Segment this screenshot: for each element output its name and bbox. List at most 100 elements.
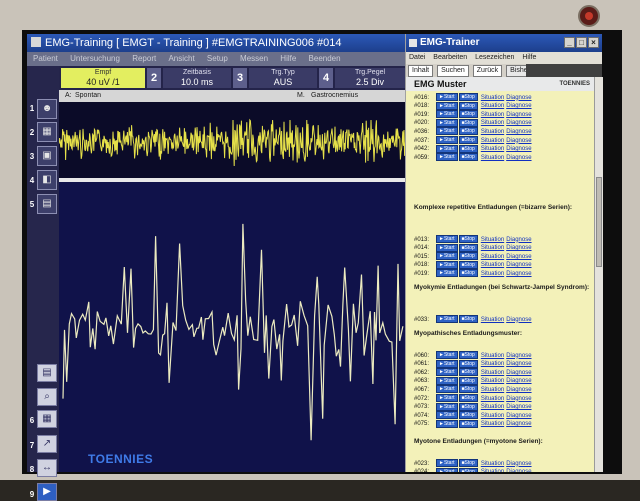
- start-button[interactable]: ►Start: [436, 269, 458, 278]
- diagnose-link[interactable]: Diagnose: [506, 262, 531, 268]
- diagnose-link[interactable]: Diagnose: [506, 387, 531, 393]
- diagnose-link[interactable]: Diagnose: [506, 271, 531, 277]
- diagnose-link[interactable]: Diagnose: [506, 245, 531, 251]
- stop-button[interactable]: ■Stop: [458, 110, 478, 119]
- menu-setup[interactable]: Setup: [207, 54, 228, 63]
- situation-link[interactable]: Situation: [481, 421, 504, 427]
- stop-button[interactable]: ■Stop: [458, 269, 478, 278]
- play-icon[interactable]: ▶: [37, 483, 57, 501]
- start-button[interactable]: ►Start: [436, 118, 458, 127]
- situation-link[interactable]: Situation: [481, 370, 504, 376]
- menu-lesezeichen[interactable]: Lesezeichen: [475, 54, 514, 61]
- situation-link[interactable]: Situation: [481, 103, 504, 109]
- diagnose-link[interactable]: Diagnose: [506, 370, 531, 376]
- scrollbar-thumb[interactable]: [596, 177, 602, 267]
- menu-messen[interactable]: Messen: [240, 54, 268, 63]
- stop-button[interactable]: ■Stop: [458, 402, 478, 411]
- situation-link[interactable]: Situation: [481, 353, 504, 359]
- situation-link[interactable]: Situation: [481, 120, 504, 126]
- stop-button[interactable]: ■Stop: [458, 385, 478, 394]
- situation-link[interactable]: Situation: [481, 95, 504, 101]
- diagnose-link[interactable]: Diagnose: [506, 155, 531, 161]
- stop-button[interactable]: ■Stop: [458, 260, 478, 269]
- table-icon[interactable]: ▤: [37, 364, 57, 382]
- start-button[interactable]: ►Start: [436, 252, 458, 261]
- stop-button[interactable]: ■Stop: [458, 101, 478, 110]
- trigger-level-setting[interactable]: Trg.Pegel 2.5 Div: [335, 68, 405, 88]
- menu-patient[interactable]: Patient: [33, 54, 58, 63]
- diagnose-link[interactable]: Diagnose: [506, 95, 531, 101]
- stop-button[interactable]: ■Stop: [458, 118, 478, 127]
- trainer-scrollbar[interactable]: [594, 77, 603, 472]
- situation-link[interactable]: Situation: [481, 254, 504, 260]
- situation-link[interactable]: Situation: [481, 378, 504, 384]
- diagnose-link[interactable]: Diagnose: [506, 112, 531, 118]
- diagnose-link[interactable]: Diagnose: [506, 413, 531, 419]
- start-button[interactable]: ►Start: [436, 385, 458, 394]
- start-button[interactable]: ►Start: [436, 243, 458, 252]
- menu-datei[interactable]: Datei: [409, 54, 425, 61]
- diagnose-link[interactable]: Diagnose: [506, 361, 531, 367]
- situation-link[interactable]: Situation: [481, 129, 504, 135]
- diagnose-link[interactable]: Diagnose: [506, 138, 531, 144]
- diagnose-link[interactable]: Diagnose: [506, 317, 531, 323]
- start-button[interactable]: ►Start: [436, 101, 458, 110]
- start-button[interactable]: ►Start: [436, 359, 458, 368]
- diagnose-link[interactable]: Diagnose: [506, 396, 531, 402]
- start-button[interactable]: ►Start: [436, 315, 458, 323]
- book-icon[interactable]: ▤: [37, 194, 57, 214]
- stop-button[interactable]: ■Stop: [458, 153, 478, 162]
- start-button[interactable]: ►Start: [436, 351, 458, 359]
- diagnose-link[interactable]: Diagnose: [506, 469, 531, 472]
- stop-button[interactable]: ■Stop: [458, 376, 478, 385]
- stop-button[interactable]: ■Stop: [458, 359, 478, 368]
- situation-link[interactable]: Situation: [481, 413, 504, 419]
- situation-link[interactable]: Situation: [481, 271, 504, 277]
- situation-link[interactable]: Situation: [481, 396, 504, 402]
- start-button[interactable]: ►Start: [436, 136, 458, 144]
- situation-link[interactable]: Situation: [481, 469, 504, 472]
- diagnose-link[interactable]: Diagnose: [506, 461, 531, 467]
- start-button[interactable]: ►Start: [436, 419, 458, 428]
- situation-link[interactable]: Situation: [481, 155, 504, 161]
- situation-link[interactable]: Situation: [481, 361, 504, 367]
- diagnose-link[interactable]: Diagnose: [506, 103, 531, 109]
- tab-suchen[interactable]: Suchen: [437, 65, 469, 77]
- stop-button[interactable]: ■Stop: [458, 93, 478, 101]
- menu-hilfe[interactable]: Hilfe: [522, 54, 536, 61]
- checkerboard-icon[interactable]: ▦: [37, 122, 57, 142]
- menu-untersuchung[interactable]: Untersuchung: [70, 54, 120, 63]
- diagnose-link[interactable]: Diagnose: [506, 404, 531, 410]
- diagnose-link[interactable]: Diagnose: [506, 254, 531, 260]
- start-button[interactable]: ►Start: [436, 459, 458, 467]
- situation-link[interactable]: Situation: [481, 461, 504, 467]
- diagnose-link[interactable]: Diagnose: [506, 421, 531, 427]
- stop-button[interactable]: ■Stop: [458, 467, 478, 472]
- stop-button[interactable]: ■Stop: [458, 252, 478, 261]
- measure-icon[interactable]: ↔: [37, 459, 57, 477]
- stop-button[interactable]: ■Stop: [458, 235, 478, 243]
- stop-button[interactable]: ■Stop: [458, 144, 478, 153]
- stop-button[interactable]: ■Stop: [458, 411, 478, 420]
- patient-icon[interactable]: ☻: [37, 99, 57, 119]
- diagnose-link[interactable]: Diagnose: [506, 129, 531, 135]
- start-button[interactable]: ►Start: [436, 110, 458, 119]
- start-button[interactable]: ►Start: [436, 411, 458, 420]
- start-button[interactable]: ►Start: [436, 368, 458, 377]
- gain-setting[interactable]: Empf 40 uV /1: [61, 68, 145, 88]
- stop-button[interactable]: ■Stop: [458, 394, 478, 402]
- menu-report[interactable]: Report: [132, 54, 156, 63]
- timebase-setting[interactable]: Zeitbasis 10.0 ms: [163, 68, 231, 88]
- diagnose-link[interactable]: Diagnose: [506, 353, 531, 359]
- start-button[interactable]: ►Start: [436, 376, 458, 385]
- maximize-icon[interactable]: □: [576, 37, 587, 48]
- stop-button[interactable]: ■Stop: [458, 459, 478, 467]
- start-button[interactable]: ►Start: [436, 153, 458, 162]
- stop-button[interactable]: ■Stop: [458, 127, 478, 136]
- situation-link[interactable]: Situation: [481, 146, 504, 152]
- stop-button[interactable]: ■Stop: [458, 243, 478, 252]
- start-button[interactable]: ►Start: [436, 394, 458, 402]
- start-button[interactable]: ►Start: [436, 402, 458, 411]
- menu-hilfe[interactable]: Hilfe: [280, 54, 296, 63]
- situation-link[interactable]: Situation: [481, 387, 504, 393]
